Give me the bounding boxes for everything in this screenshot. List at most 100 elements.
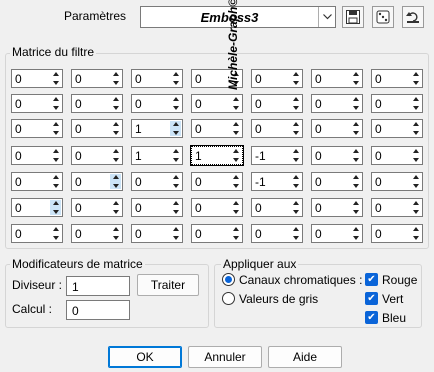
ok-button[interactable]: OK: [108, 346, 182, 368]
spin-up-icon[interactable]: [52, 201, 59, 205]
help-button[interactable]: Aide: [268, 346, 342, 368]
spin-up-icon[interactable]: [112, 72, 119, 76]
spinner[interactable]: [110, 226, 121, 241]
spin-up-icon[interactable]: [352, 149, 359, 153]
spin-up-icon[interactable]: [292, 72, 299, 76]
matrix-cell[interactable]: 0: [11, 198, 63, 217]
spin-up-icon[interactable]: [232, 175, 239, 179]
spinner[interactable]: [290, 121, 301, 136]
spin-up-icon[interactable]: [112, 227, 119, 231]
matrix-cell[interactable]: 0: [251, 119, 303, 138]
spinner[interactable]: [350, 121, 361, 136]
process-button[interactable]: Traiter: [137, 274, 199, 296]
matrix-cell[interactable]: 0: [71, 94, 123, 113]
spin-down-icon[interactable]: [52, 81, 59, 85]
matrix-cell[interactable]: 0: [371, 94, 423, 113]
spin-down-icon[interactable]: [292, 158, 299, 162]
randomize-button[interactable]: [372, 6, 394, 28]
matrix-cell[interactable]: 0: [191, 94, 243, 113]
matrix-cell[interactable]: -1: [251, 146, 303, 165]
spinner[interactable]: [170, 148, 181, 163]
spin-up-icon[interactable]: [412, 122, 419, 126]
spin-up-icon[interactable]: [52, 227, 59, 231]
spinner[interactable]: [410, 121, 421, 136]
spinner[interactable]: [350, 200, 361, 215]
matrix-cell[interactable]: 0: [371, 224, 423, 243]
matrix-cell[interactable]: 0: [71, 146, 123, 165]
chevron-down-icon[interactable]: [318, 7, 335, 27]
spinner[interactable]: [410, 226, 421, 241]
spin-down-icon[interactable]: [112, 106, 119, 110]
spin-up-icon[interactable]: [112, 175, 119, 179]
spin-up-icon[interactable]: [292, 175, 299, 179]
spin-up-icon[interactable]: [172, 122, 179, 126]
spin-up-icon[interactable]: [172, 175, 179, 179]
matrix-cell[interactable]: 0: [311, 119, 363, 138]
spin-up-icon[interactable]: [52, 122, 59, 126]
spin-down-icon[interactable]: [292, 106, 299, 110]
spinner[interactable]: [50, 174, 61, 189]
spinner[interactable]: [350, 174, 361, 189]
spinner[interactable]: [290, 148, 301, 163]
spin-up-icon[interactable]: [352, 97, 359, 101]
spin-up-icon[interactable]: [172, 72, 179, 76]
spin-down-icon[interactable]: [412, 210, 419, 214]
spinner[interactable]: [290, 174, 301, 189]
matrix-cell[interactable]: 0: [371, 198, 423, 217]
spinner[interactable]: [230, 226, 241, 241]
spin-down-icon[interactable]: [292, 210, 299, 214]
spin-up-icon[interactable]: [172, 227, 179, 231]
spin-up-icon[interactable]: [352, 72, 359, 76]
spin-down-icon[interactable]: [112, 81, 119, 85]
spin-up-icon[interactable]: [52, 97, 59, 101]
matrix-cell[interactable]: -1: [251, 172, 303, 191]
spin-up-icon[interactable]: [172, 149, 179, 153]
spin-down-icon[interactable]: [172, 184, 179, 188]
spin-down-icon[interactable]: [352, 81, 359, 85]
spin-down-icon[interactable]: [352, 184, 359, 188]
matrix-cell[interactable]: 0: [191, 119, 243, 138]
spinner[interactable]: [170, 174, 181, 189]
spinner[interactable]: [50, 121, 61, 136]
spin-up-icon[interactable]: [412, 175, 419, 179]
spinner[interactable]: [230, 121, 241, 136]
matrix-cell[interactable]: 0: [71, 224, 123, 243]
spin-up-icon[interactable]: [172, 201, 179, 205]
green-checkbox[interactable]: ✔: [365, 292, 378, 305]
matrix-cell[interactable]: 0: [311, 146, 363, 165]
spinner[interactable]: [410, 71, 421, 86]
matrix-cell[interactable]: 0: [71, 172, 123, 191]
spin-down-icon[interactable]: [232, 158, 239, 162]
spin-down-icon[interactable]: [292, 184, 299, 188]
spin-up-icon[interactable]: [172, 97, 179, 101]
spin-up-icon[interactable]: [232, 149, 239, 153]
spin-up-icon[interactable]: [412, 227, 419, 231]
spin-down-icon[interactable]: [172, 106, 179, 110]
spinner[interactable]: [230, 148, 241, 163]
spin-down-icon[interactable]: [172, 236, 179, 240]
spinner[interactable]: [350, 226, 361, 241]
matrix-cell[interactable]: 0: [131, 172, 183, 191]
spinner[interactable]: [110, 71, 121, 86]
matrix-cell[interactable]: 0: [11, 94, 63, 113]
matrix-cell[interactable]: 0: [371, 172, 423, 191]
spin-down-icon[interactable]: [112, 158, 119, 162]
spin-down-icon[interactable]: [52, 184, 59, 188]
spin-up-icon[interactable]: [112, 201, 119, 205]
matrix-cell[interactable]: 0: [251, 198, 303, 217]
spinner[interactable]: [350, 96, 361, 111]
spinner[interactable]: [290, 226, 301, 241]
spin-down-icon[interactable]: [412, 131, 419, 135]
spinner[interactable]: [230, 174, 241, 189]
matrix-cell[interactable]: 0: [371, 146, 423, 165]
spin-down-icon[interactable]: [52, 131, 59, 135]
divisor-input[interactable]: 1: [66, 276, 130, 296]
matrix-cell[interactable]: 0: [11, 172, 63, 191]
spin-down-icon[interactable]: [292, 236, 299, 240]
spinner[interactable]: [290, 71, 301, 86]
spinner[interactable]: [50, 226, 61, 241]
spin-down-icon[interactable]: [112, 210, 119, 214]
spinner[interactable]: [110, 148, 121, 163]
matrix-cell[interactable]: 1: [131, 146, 183, 165]
matrix-cell[interactable]: 1: [131, 119, 183, 138]
